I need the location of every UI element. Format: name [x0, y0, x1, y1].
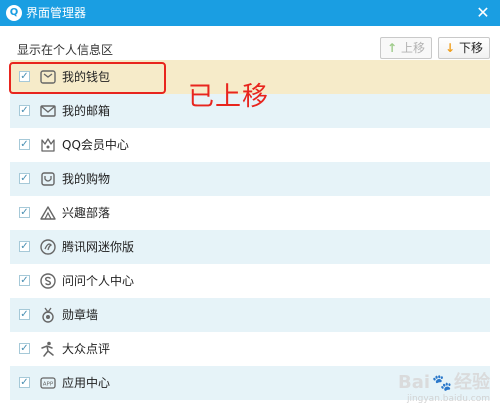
move-up-button[interactable]: ↑ 上移 [380, 37, 432, 59]
tencent-news-icon [39, 238, 57, 256]
checkbox[interactable]: ✓ [19, 173, 30, 184]
move-up-label: 上移 [401, 41, 426, 55]
list-item-label: 勋章墙 [62, 308, 99, 322]
list-item-label: 腾讯网迷你版 [62, 240, 135, 254]
list-item-tencent-mini[interactable]: ✓ 腾讯网迷你版 [10, 230, 490, 264]
move-down-button[interactable]: ↓ 下移 [438, 37, 490, 59]
watermark-text-left: Bai [398, 372, 431, 393]
list-item-wenwen[interactable]: ✓ 问问个人中心 [10, 264, 490, 298]
list-item-dianping[interactable]: ✓ 大众点评 [10, 332, 490, 366]
move-down-label: 下移 [459, 41, 484, 55]
medal-icon [39, 306, 57, 324]
list-item-label: 问问个人中心 [62, 274, 135, 288]
checkbox[interactable]: ✓ [19, 377, 30, 388]
checkbox[interactable]: ✓ [19, 207, 30, 218]
svg-text:APP: APP [43, 382, 54, 388]
app-center-icon: APP [39, 374, 57, 392]
mail-icon [39, 102, 57, 120]
highlight-box [9, 62, 166, 94]
list-item-label: QQ会员中心 [62, 138, 129, 152]
tribe-icon [39, 204, 57, 222]
checkbox[interactable]: ✓ [19, 105, 30, 116]
checkbox[interactable]: ✓ [19, 309, 30, 320]
wenwen-icon [39, 272, 57, 290]
arrow-down-icon: ↓ [445, 41, 456, 55]
close-icon[interactable]: ✕ [472, 2, 494, 24]
list-item-tribe[interactable]: ✓ 兴趣部落 [10, 196, 490, 230]
list-item-label: 应用中心 [62, 376, 111, 390]
dianping-icon [39, 340, 57, 358]
checkbox[interactable]: ✓ [19, 241, 30, 252]
annotation-text: 已上移 [188, 82, 270, 112]
watermark-url: jingyan.baidu.com [406, 394, 490, 404]
shopping-bag-icon [39, 170, 57, 188]
list-item-label: 我的购物 [62, 172, 111, 186]
checkbox[interactable]: ✓ [19, 275, 30, 286]
list-item-qq-vip[interactable]: ✓ QQ会员中心 [10, 128, 490, 162]
list-item-shopping[interactable]: ✓ 我的购物 [10, 162, 490, 196]
list-item-label: 大众点评 [62, 342, 111, 356]
checkbox[interactable]: ✓ [19, 139, 30, 150]
list-item-medal-wall[interactable]: ✓ 勋章墙 [10, 298, 490, 332]
paw-icon: 🐾 [432, 373, 452, 392]
section-title: 显示在个人信息区 [17, 43, 114, 57]
arrow-up-icon: ↑ [387, 41, 398, 55]
checkbox[interactable]: ✓ [19, 343, 30, 354]
list-item-label: 我的邮箱 [62, 104, 111, 118]
vip-crown-icon [39, 136, 57, 154]
watermark-text-right: 经验 [454, 372, 490, 393]
list-item-label: 兴趣部落 [62, 206, 111, 220]
baidu-jingyan-watermark: Bai 🐾 经验 jingyan.baidu.com [398, 368, 490, 404]
qq-logo-icon: Q [6, 5, 22, 21]
window-title: 界面管理器 [26, 6, 87, 20]
title-bar: Q 界面管理器 ✕ [0, 0, 500, 26]
